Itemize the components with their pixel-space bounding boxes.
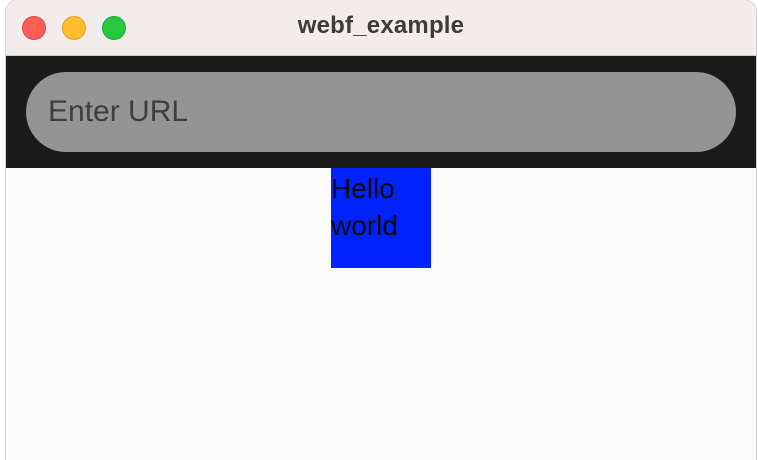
title-bar[interactable]: webf_example [6,0,756,56]
url-input[interactable] [26,72,736,152]
hello-world-box: Hello world [331,168,431,268]
web-content: Hello world [6,168,756,460]
url-app-bar [6,56,756,168]
window-title: webf_example [297,12,465,39]
app-window: webf_example Hello world [6,0,756,460]
